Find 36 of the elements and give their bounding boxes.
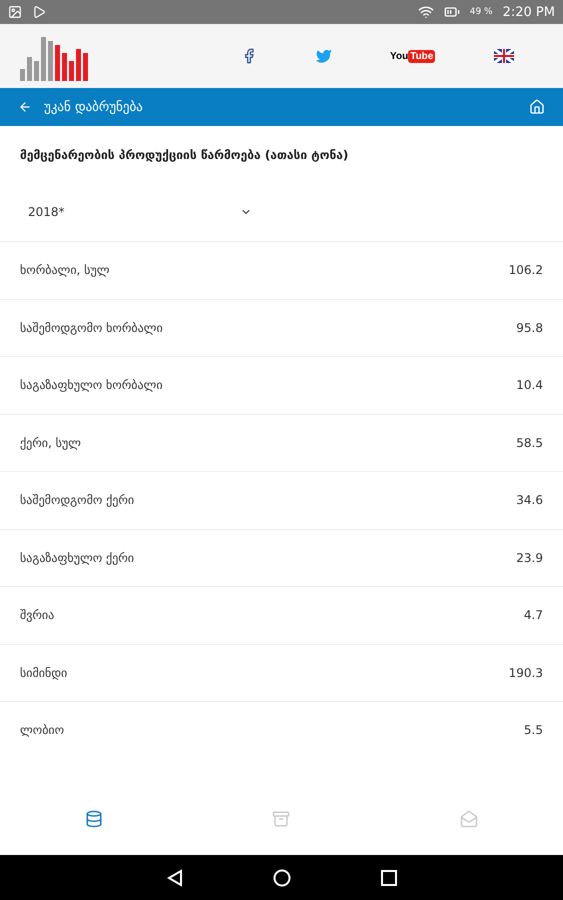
crop-value: 106.2 xyxy=(508,263,543,278)
home-circle-icon[interactable] xyxy=(272,868,290,886)
image-icon xyxy=(8,5,22,19)
crop-name: საგაზაფხულო ხორბალი xyxy=(20,378,163,392)
crop-name: საშემოდგომო ქერი xyxy=(20,493,134,508)
crop-name: საგაზაფხულო ქერი xyxy=(20,550,134,565)
crop-name: შვრია xyxy=(20,608,54,622)
crop-name: საშემოდგომო ხორბალი xyxy=(20,320,163,335)
crop-value: 58.5 xyxy=(516,436,543,450)
crop-value: 95.8 xyxy=(516,320,543,335)
back-arrow-icon[interactable] xyxy=(18,100,32,114)
crop-name: ქერი, სულ xyxy=(20,436,81,450)
twitter-icon[interactable] xyxy=(316,48,332,64)
home-icon[interactable] xyxy=(529,99,545,115)
back-button[interactable]: უკან დაბრუნება xyxy=(44,100,143,114)
archive-box-icon xyxy=(272,810,290,828)
envelope-icon xyxy=(460,810,478,828)
crop-value: 10.4 xyxy=(516,378,543,392)
back-icon[interactable] xyxy=(166,868,182,886)
recents-icon[interactable] xyxy=(380,870,396,886)
database-icon xyxy=(84,810,103,828)
crop-name: ლობიო xyxy=(20,723,64,738)
crop-value: 5.5 xyxy=(524,723,543,738)
wifi-icon xyxy=(418,4,434,20)
crop-value: 4.7 xyxy=(524,608,543,622)
battery-level: 49 % xyxy=(470,7,493,17)
crop-value: 23.9 xyxy=(516,550,543,565)
play-icon xyxy=(32,5,46,19)
crop-name: ხორბალი, სულ xyxy=(20,263,110,278)
crop-value: 190.3 xyxy=(508,666,543,680)
flag-icon[interactable] xyxy=(494,49,514,63)
crop-value: 34.6 xyxy=(516,493,543,508)
page-title: მემცენარეობის პროდუქციის წარმოება (ათასი ტონა) xyxy=(19,146,350,164)
clock: 2:20 PM xyxy=(502,4,555,20)
crop-name: სიმინდი xyxy=(20,666,68,680)
year-dropdown[interactable]: 2018* xyxy=(0,183,260,241)
